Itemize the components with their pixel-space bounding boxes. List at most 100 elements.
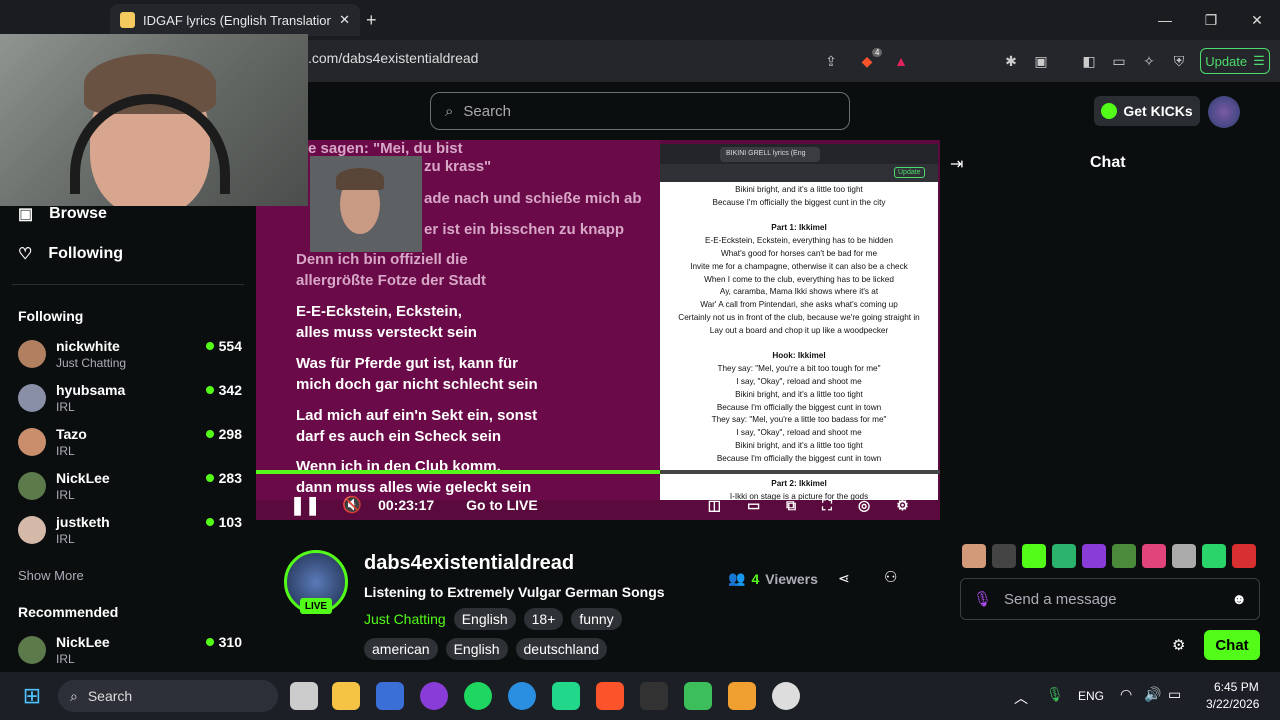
chatgpt-icon[interactable] <box>772 682 800 710</box>
go-to-live-button[interactable]: Go to LIVE <box>466 497 538 513</box>
file-explorer-icon[interactable] <box>332 682 360 710</box>
url-field[interactable]: .com/dabs4existentialdread <box>308 50 478 66</box>
heart-icon: ♡ <box>18 246 33 263</box>
search-input[interactable]: ⌕ Search <box>430 92 850 130</box>
emote-icon[interactable] <box>1202 544 1226 568</box>
pip-icon[interactable]: ⧉ <box>786 497 796 514</box>
menu-icon: ☰ <box>1253 53 1265 68</box>
translation-line: Ay, caramba, Mama Ikki shows where it's … <box>719 287 879 297</box>
lock-app-icon[interactable] <box>684 682 712 710</box>
spotify-icon[interactable] <box>464 682 492 710</box>
git-icon[interactable] <box>728 682 756 710</box>
theater-icon[interactable]: ▭ <box>747 497 760 514</box>
emote-icon[interactable] <box>1142 544 1166 568</box>
clock-time[interactable]: 6:45 PM <box>1214 680 1259 694</box>
webcam-overlay <box>0 34 308 206</box>
brave-rewards-icon[interactable]: ▲ <box>890 50 912 72</box>
video-progress-bar[interactable] <box>256 470 940 474</box>
get-kicks-button[interactable]: Get KICKs <box>1094 96 1200 126</box>
minimize-button[interactable]: — <box>1152 8 1178 32</box>
following-item-justketh[interactable]: justketh IRL 103 <box>18 514 242 558</box>
send-chat-button[interactable]: Chat <box>1204 630 1260 660</box>
tag[interactable]: deutschland <box>515 638 608 660</box>
leo-ai-icon[interactable]: ✧ <box>1138 50 1160 72</box>
volume-icon[interactable]: 🔊 <box>1144 686 1161 703</box>
brave-icon[interactable] <box>596 682 624 710</box>
following-item-tazo[interactable]: Tazo IRL 298 <box>18 426 242 470</box>
avatar <box>18 340 46 368</box>
clip-icon[interactable]: ◫ <box>708 497 721 514</box>
translation-line: Part 1: Ikkimel <box>771 223 827 233</box>
wallet-icon[interactable]: ▭ <box>1108 50 1130 72</box>
browser-tab[interactable]: IDGAF lyrics (English Translation) – Ik … <box>110 4 360 36</box>
pause-icon[interactable]: ❚❚ <box>290 495 320 516</box>
user-avatar[interactable] <box>1208 96 1240 128</box>
task-view-icon[interactable] <box>290 682 318 710</box>
tab-close-icon[interactable]: ✕ <box>339 12 350 28</box>
clock-date[interactable]: 3/22/2026 <box>1206 697 1259 711</box>
emote-icon[interactable] <box>992 544 1016 568</box>
vpn-icon[interactable]: ⛨ <box>1168 50 1190 72</box>
emote-icon[interactable] <box>1022 544 1046 568</box>
emote-icon[interactable] <box>1112 544 1136 568</box>
emoji-icon[interactable]: ☻ <box>1231 591 1247 608</box>
wifi-icon[interactable]: ◠ <box>1120 686 1132 703</box>
mute-icon[interactable]: 🔇 <box>342 495 362 515</box>
taskbar-search[interactable]: ⌕ Search <box>58 680 278 712</box>
translation-line: Bikini bright, and it's a little too tig… <box>735 440 863 450</box>
following-item-nickwhite[interactable]: nickwhite Just Chatting 554 <box>18 338 242 382</box>
app-icon[interactable] <box>420 682 448 710</box>
mic-icon[interactable]: 🎙 <box>973 590 992 608</box>
category-link[interactable]: Just Chatting <box>364 611 446 627</box>
emote-icon[interactable] <box>962 544 986 568</box>
emote-icon[interactable] <box>1232 544 1256 568</box>
show-more-link[interactable]: Show More <box>18 568 84 583</box>
new-tab-button[interactable]: + <box>366 10 377 31</box>
close-window-button[interactable]: ✕ <box>1244 8 1270 32</box>
emote-icon[interactable] <box>1082 544 1106 568</box>
share-stream-icon[interactable]: ⋖ <box>838 570 850 587</box>
pycharm-icon[interactable] <box>552 682 580 710</box>
settings-icon[interactable]: ⚙ <box>896 497 909 514</box>
terminal-icon[interactable] <box>376 682 404 710</box>
embedded-toolbar: Update <box>660 164 938 182</box>
language-indicator[interactable]: ENG <box>1078 689 1104 703</box>
translation-line: I say, "Okay", reload and shoot me <box>736 376 862 386</box>
video-player[interactable]: e sagen: "Mei, du bist zu krass" ade nac… <box>256 140 940 520</box>
tag[interactable]: English <box>445 638 508 660</box>
avatar <box>18 384 46 412</box>
extensions-icon[interactable]: ✱ <box>1000 50 1022 72</box>
tag[interactable]: English <box>453 608 516 630</box>
update-button[interactable]: Update ☰ <box>1200 48 1270 74</box>
stream-title: Listening to Extremely Vulgar German Son… <box>364 584 665 600</box>
quality-icon[interactable]: ◎ <box>858 497 870 514</box>
fullscreen-icon[interactable]: ⛶ <box>822 497 832 514</box>
follow-user-icon[interactable]: ⚇ <box>884 568 897 586</box>
restore-button[interactable]: ❐ <box>1198 8 1224 32</box>
nav-browse[interactable]: ▣ Browse <box>18 204 107 224</box>
tray-chevron-icon[interactable]: ︿ <box>1014 688 1028 708</box>
following-item-nicklee[interactable]: NickLee IRL 283 <box>18 470 242 514</box>
tag[interactable]: funny <box>571 608 622 630</box>
following-item-hyubsama[interactable]: hyubsama IRL 342 <box>18 382 242 426</box>
chat-settings-icon[interactable]: ⚙ <box>1172 636 1185 654</box>
app-icon[interactable] <box>640 682 668 710</box>
tag[interactable]: american <box>364 638 438 660</box>
tag[interactable]: 18+ <box>523 608 564 630</box>
edge-icon[interactable] <box>508 682 536 710</box>
reader-icon[interactable]: ▣ <box>1030 50 1052 72</box>
channel-name[interactable]: dabs4existentialdread <box>364 552 574 575</box>
collapse-chat-icon[interactable]: ⇥ <box>950 154 963 174</box>
recommended-heading: Recommended <box>18 604 119 620</box>
sidebar-toggle-icon[interactable]: ◧ <box>1078 50 1100 72</box>
share-icon[interactable]: ⇪ <box>820 50 842 72</box>
mic-tray-icon[interactable]: 🎙 <box>1046 686 1064 703</box>
windows-start-icon[interactable]: ⊞ <box>18 682 46 710</box>
nav-following[interactable]: ♡ Following <box>18 244 123 264</box>
emote-icon[interactable] <box>1172 544 1196 568</box>
emote-icon[interactable] <box>1052 544 1076 568</box>
stream-info: LIVE dabs4existentialdread Listening to … <box>256 540 940 670</box>
chat-message-input[interactable]: 🎙 Send a message ☻ <box>960 578 1260 620</box>
battery-icon[interactable]: ▭ <box>1168 686 1181 703</box>
search-icon: ⌕ <box>445 102 454 120</box>
